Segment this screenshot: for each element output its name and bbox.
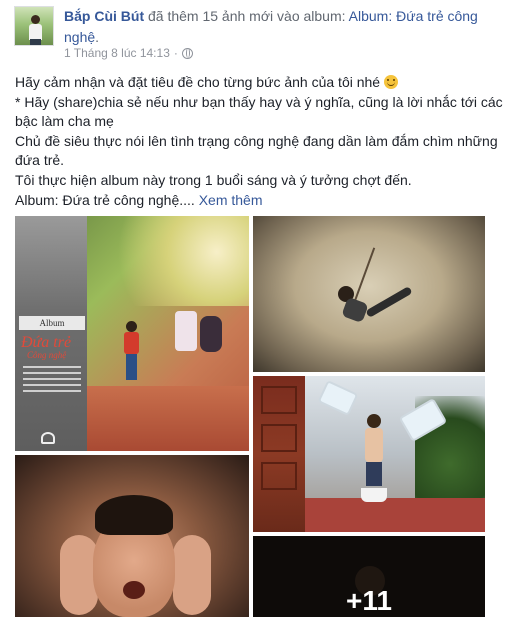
avatar-figure-body [29, 24, 42, 40]
cover-credits [23, 366, 81, 396]
photo-boy-figure [123, 321, 139, 381]
album-link-tail: . [95, 29, 100, 45]
photo-sky [87, 216, 249, 306]
post-timestamp[interactable]: 1 Tháng 8 lúc 14:13 [64, 46, 170, 60]
meta-separator: · [173, 46, 178, 60]
body-line-5-text: Album: Đứa trẻ công nghệ.... [15, 191, 195, 208]
body-line-1: Hãy cảm nhận và đặt tiêu đề cho từng bức… [15, 73, 505, 93]
photo-more-tile[interactable]: +11 [253, 536, 485, 617]
cover-subtitle: Công nghệ [27, 350, 67, 360]
photo-kid-figure [361, 414, 387, 504]
post-action-text: đã thêm 15 ảnh mới vào album: [144, 8, 349, 24]
photo-hand-right [173, 535, 211, 615]
photo-phone-shower[interactable] [253, 376, 485, 532]
photo-mouth [123, 581, 145, 599]
body-line-4: Tôi thực hiện album này trong 1 buổi sán… [15, 171, 412, 188]
avatar-figure-head [31, 15, 40, 24]
photo-clothesline [175, 311, 235, 381]
body-line-1-text: Hãy cảm nhận và đặt tiêu đề cho từng bức… [15, 74, 381, 90]
photo-swing-boy[interactable] [253, 216, 485, 372]
avatar-figure-legs [30, 39, 41, 45]
photo-ground [87, 386, 249, 451]
photo-floor [305, 498, 485, 532]
photo-crying-boy[interactable] [15, 455, 249, 617]
cover-logo-icon [41, 432, 55, 444]
photo-jumper-figure [338, 286, 413, 336]
cover-album-label: Album [19, 316, 85, 330]
post-header: Bắp Cùi Bút đã thêm 15 ảnh mới vào album… [64, 6, 494, 48]
author-name[interactable]: Bắp Cùi Bút [64, 8, 144, 24]
photo-door [253, 376, 305, 532]
body-line-2: * Hãy (share)chia sẻ nếu như bạn thấy ha… [15, 93, 503, 130]
post-meta: 1 Tháng 8 lúc 14:13 · [64, 46, 193, 60]
phone-icon [317, 379, 359, 417]
photo-hair [95, 495, 173, 535]
facebook-post: Bắp Cùi Bút đã thêm 15 ảnh mới vào album… [0, 0, 512, 617]
more-photos-count: +11 [346, 585, 392, 616]
cover-panel: Album Đứa trẻ Công nghệ [15, 216, 87, 451]
globe-icon[interactable] [181, 47, 193, 59]
smiley-icon [383, 75, 398, 89]
see-more-link[interactable]: Xem thêm [199, 192, 263, 208]
photo-album-cover[interactable]: Album Đứa trẻ Công nghệ [15, 216, 249, 451]
author-avatar[interactable] [14, 6, 54, 46]
body-line-5: Album: Đứa trẻ công nghệ.... Xem thêm [15, 191, 505, 211]
body-line-3: Chủ đề siêu thực nói lên tình trạng công… [15, 132, 498, 169]
post-body: Hãy cảm nhận và đặt tiêu đề cho từng bức… [15, 73, 505, 210]
